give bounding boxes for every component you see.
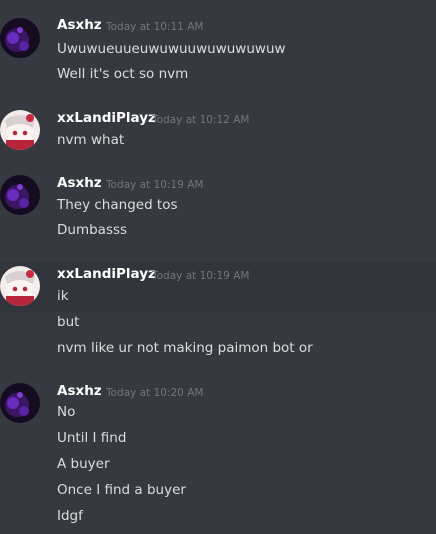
purple-dark-avatar-icon[interactable] xyxy=(0,175,40,215)
author-name[interactable]: Asxhz xyxy=(57,383,102,399)
anime-girl-avatar-icon[interactable] xyxy=(0,110,40,150)
message-text: but xyxy=(57,314,80,330)
message-timestamp: Today at 10:12 AM xyxy=(152,114,250,126)
message-text: nvm like ur not making paimon bot or xyxy=(57,340,313,356)
purple-dark-avatar-icon[interactable] xyxy=(0,383,40,423)
message-text: nvm what xyxy=(57,132,125,148)
message-text: No xyxy=(57,404,76,420)
author-name[interactable]: xxLandiPlayz xyxy=(57,110,156,126)
author-name[interactable]: Asxhz xyxy=(57,17,102,33)
message-text: They changed tos xyxy=(57,197,178,213)
message-text: Dumbasss xyxy=(57,222,128,238)
message-text: Idgf xyxy=(57,508,83,524)
author-name[interactable]: xxLandiPlayz xyxy=(57,266,156,282)
message-timestamp: Today at 10:19 AM xyxy=(106,179,204,191)
anime-girl-avatar-icon[interactable] xyxy=(0,266,40,306)
message-text: Until I find xyxy=(57,430,127,446)
message-text: Well it's oct so nvm xyxy=(57,66,189,82)
message-text: Uwuwueuueuwuwuuwuwuwuwuw xyxy=(57,41,286,57)
message-text: Once I find a buyer xyxy=(57,482,186,498)
message-timestamp: Today at 10:20 AM xyxy=(106,387,204,399)
author-name[interactable]: Asxhz xyxy=(57,175,102,191)
message-timestamp: Today at 10:19 AM xyxy=(152,270,250,282)
message-text: A buyer xyxy=(57,456,110,472)
purple-dark-avatar-icon[interactable] xyxy=(0,18,40,58)
message-text: ik xyxy=(57,288,69,304)
message-timestamp: Today at 10:11 AM xyxy=(106,21,204,33)
